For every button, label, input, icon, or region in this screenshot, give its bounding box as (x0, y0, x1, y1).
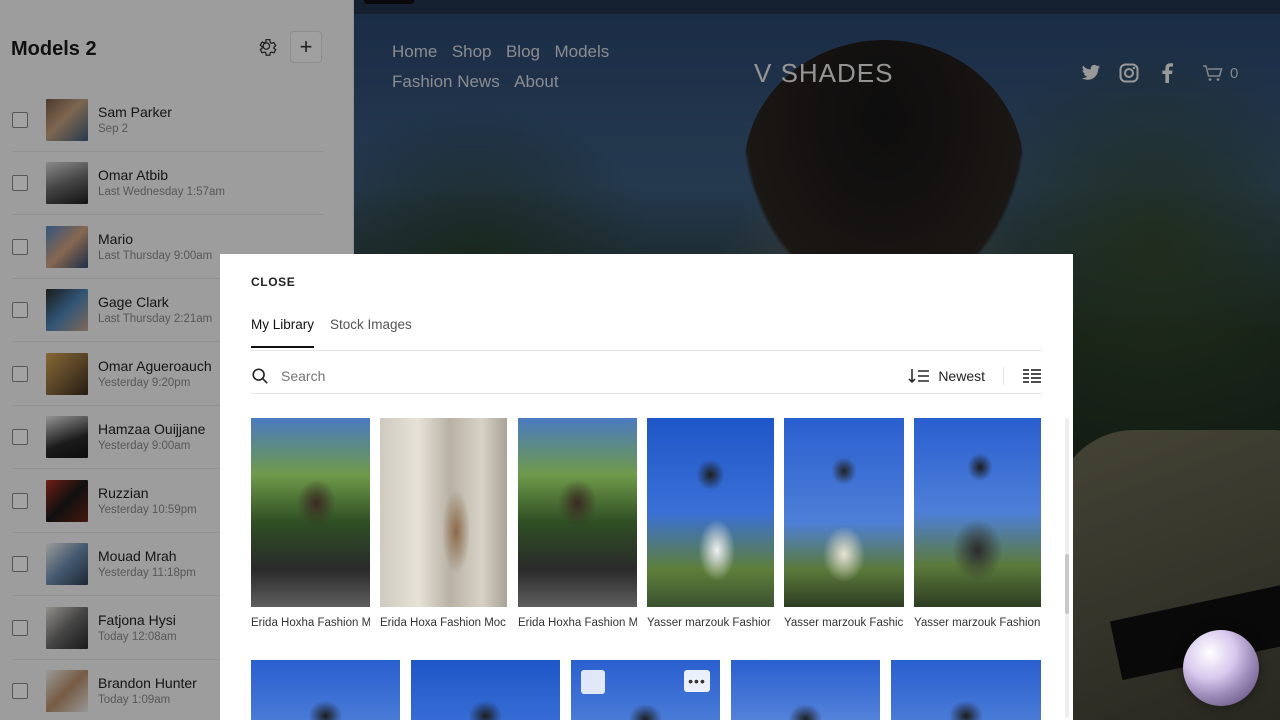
image-card[interactable] (891, 660, 1041, 720)
image-picker-dialog: CLOSE My Library Stock Images Newest Eri… (220, 254, 1073, 720)
scrollbar-thumb[interactable] (1065, 554, 1069, 614)
image-thumbnail (251, 418, 370, 607)
image-card[interactable]: Yasser marzouk Fashior (647, 418, 774, 629)
image-thumbnail (518, 418, 637, 607)
list-view-toggle-icon[interactable] (1022, 367, 1042, 385)
tabs-divider (251, 350, 1042, 351)
gallery-scrollbar[interactable] (1065, 418, 1069, 718)
sort-dropdown[interactable]: Newest (908, 366, 1004, 385)
more-options-icon[interactable]: ••• (684, 670, 710, 692)
image-card[interactable]: Erida Hoxha Fashion M (251, 418, 370, 629)
close-button[interactable]: CLOSE (251, 275, 295, 289)
source-tabs: My Library Stock Images (251, 317, 412, 348)
image-caption: Erida Hoxa Fashion Moc (380, 617, 506, 629)
image-card[interactable] (411, 660, 560, 720)
image-thumbnail: ••• (571, 660, 720, 720)
image-thumbnail (914, 418, 1041, 607)
image-caption: Yasser marzouk Fashior (647, 617, 771, 629)
search-input[interactable] (281, 367, 909, 384)
search-icon (252, 367, 268, 384)
image-caption: Erida Hoxha Fashion M (251, 617, 370, 629)
image-thumbnail (251, 660, 400, 720)
image-thumbnail (731, 660, 880, 720)
sort-label: Newest (938, 367, 985, 384)
image-thumbnail (784, 418, 904, 607)
image-card-hovered[interactable]: ••• (571, 660, 720, 720)
image-thumbnail (647, 418, 774, 607)
toolbar-divider (1003, 366, 1004, 385)
tab-stock-images[interactable]: Stock Images (330, 317, 412, 348)
assistant-orb-icon[interactable] (1183, 630, 1259, 706)
image-card[interactable]: Yasser marzouk Fashic (784, 418, 904, 629)
image-card[interactable]: Erida Hoxa Fashion Moc (380, 418, 507, 629)
image-thumbnail (891, 660, 1041, 720)
sort-icon (908, 368, 930, 383)
image-thumbnail (411, 660, 560, 720)
tab-my-library[interactable]: My Library (251, 317, 315, 348)
image-card[interactable]: Erida Hoxha Fashion M (518, 418, 637, 629)
image-caption: Yasser marzouk Fashion (914, 617, 1041, 629)
image-card[interactable]: Yasser marzouk Fashion (914, 418, 1041, 629)
image-caption: Yasser marzouk Fashic (784, 617, 904, 629)
image-card[interactable] (251, 660, 400, 720)
image-caption: Erida Hoxha Fashion M (518, 617, 637, 629)
select-checkbox[interactable] (581, 670, 605, 694)
image-thumbnail (380, 418, 507, 607)
image-card[interactable] (731, 660, 880, 720)
search-bar: Newest (251, 358, 1042, 394)
